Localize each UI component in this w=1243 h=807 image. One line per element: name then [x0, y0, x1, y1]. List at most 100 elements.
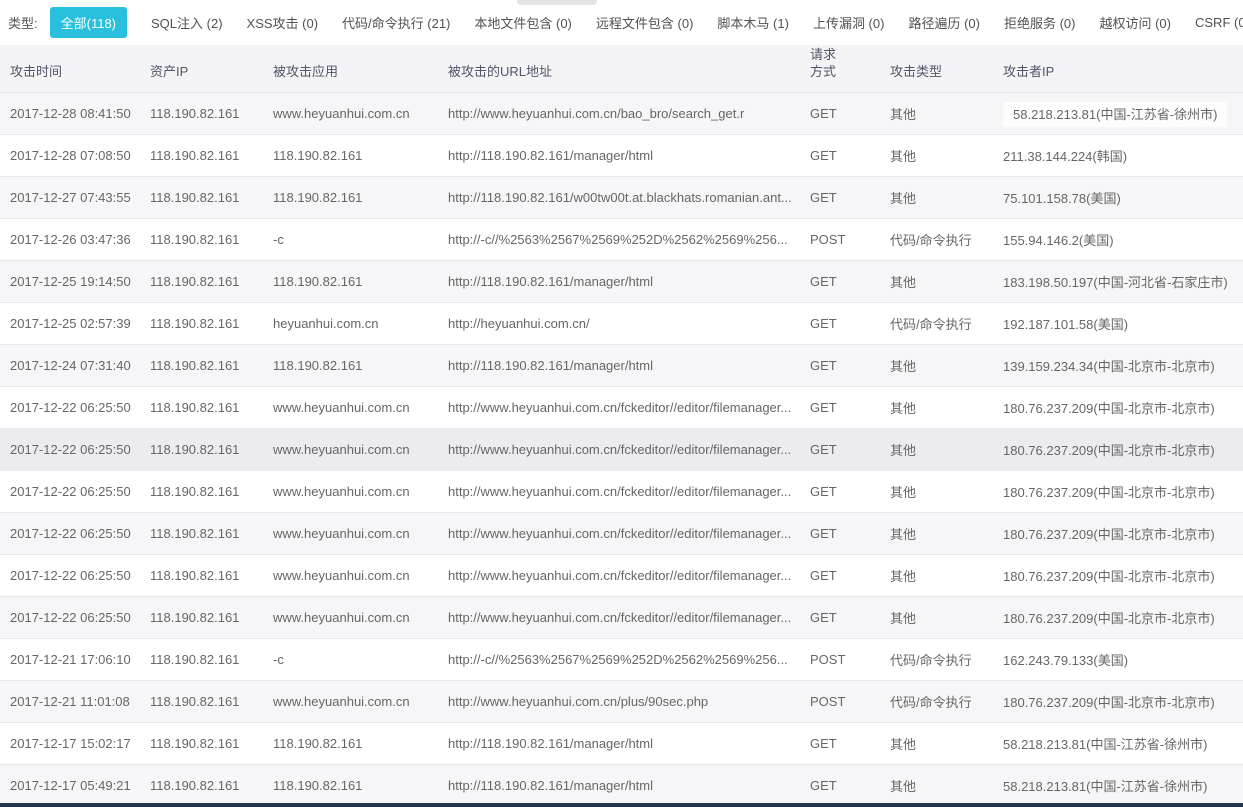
col-header-attack-type: 攻击类型 [890, 45, 1003, 92]
filter-chip-5[interactable]: 远程文件包含 (0) [596, 7, 694, 38]
cell-request-method: GET [810, 176, 890, 218]
cell-attacker-ip: 192.187.101.58(美国) [1003, 302, 1243, 344]
cell-attack-type: 代码/命令执行 [890, 638, 1003, 680]
cell-attack-type: 代码/命令执行 [890, 680, 1003, 722]
table-row[interactable]: 2017-12-22 06:25:50 118.190.82.161 www.h… [0, 596, 1243, 638]
table-row[interactable]: 2017-12-28 08:41:50 118.190.82.161 www.h… [0, 92, 1243, 134]
cell-request-method: POST [810, 218, 890, 260]
cell-attacker-ip: 162.243.79.133(美国) [1003, 638, 1243, 680]
cell-attacked-url: http://-c//%2563%2567%2569%252D%2562%256… [448, 638, 810, 680]
filter-chip-2[interactable]: XSS攻击 (0) [247, 7, 319, 38]
filter-chip-11[interactable]: CSRF (0) [1195, 9, 1243, 36]
filter-chip-0[interactable]: 全部(118) [50, 7, 127, 38]
cell-attacked-url: http://www.heyuanhui.com.cn/plus/90sec.p… [448, 680, 810, 722]
cell-attack-time: 2017-12-17 05:49:21 [0, 764, 150, 806]
cell-attacker-ip: 180.76.237.209(中国-北京市-北京市) [1003, 512, 1243, 554]
cell-attacked-url: http://www.heyuanhui.com.cn/fckeditor//e… [448, 512, 810, 554]
cell-asset-ip: 118.190.82.161 [150, 722, 273, 764]
filter-chip-10[interactable]: 越权访问 (0) [1099, 7, 1171, 38]
cell-attacked-app: www.heyuanhui.com.cn [273, 428, 448, 470]
cell-attacked-app: www.heyuanhui.com.cn [273, 512, 448, 554]
cell-attacker-ip: 180.76.237.209(中国-北京市-北京市) [1003, 554, 1243, 596]
cell-attacked-app: 118.190.82.161 [273, 722, 448, 764]
table-row[interactable]: 2017-12-17 15:02:17 118.190.82.161 118.1… [0, 722, 1243, 764]
cell-request-method: GET [810, 92, 890, 134]
table-row[interactable]: 2017-12-28 07:08:50 118.190.82.161 118.1… [0, 134, 1243, 176]
cell-attacker-ip: 183.198.50.197(中国-河北省-石家庄市) [1003, 260, 1243, 302]
cell-attack-time: 2017-12-22 06:25:50 [0, 386, 150, 428]
cell-request-method: GET [810, 134, 890, 176]
col-header-asset-ip: 资产IP [150, 45, 273, 92]
cell-attacked-app: 118.190.82.161 [273, 344, 448, 386]
filter-chip-4[interactable]: 本地文件包含 (0) [474, 7, 572, 38]
table-row[interactable]: 2017-12-17 05:49:21 118.190.82.161 118.1… [0, 764, 1243, 806]
cell-asset-ip: 118.190.82.161 [150, 218, 273, 260]
table-row[interactable]: 2017-12-24 07:31:40 118.190.82.161 118.1… [0, 344, 1243, 386]
col-header-attacked-url: 被攻击的URL地址 [448, 45, 810, 92]
cell-attacker-ip: 58.218.213.81(中国-江苏省-徐州市) [1003, 722, 1243, 764]
filter-chip-8[interactable]: 路径遍历 (0) [908, 7, 980, 38]
table-row[interactable]: 2017-12-21 11:01:08 118.190.82.161 www.h… [0, 680, 1243, 722]
cell-request-method: POST [810, 680, 890, 722]
attacker-ip-value: 180.76.237.209(中国-北京市-北京市) [1003, 695, 1215, 710]
cell-attacked-url: http://www.heyuanhui.com.cn/bao_bro/sear… [448, 92, 810, 134]
cell-attacked-url: http://www.heyuanhui.com.cn/fckeditor//e… [448, 554, 810, 596]
cell-attack-time: 2017-12-22 06:25:50 [0, 428, 150, 470]
cell-attack-type: 其他 [890, 764, 1003, 806]
attacker-ip-value: 180.76.237.209(中国-北京市-北京市) [1003, 527, 1215, 542]
table-row[interactable]: 2017-12-26 03:47:36 118.190.82.161 -c ht… [0, 218, 1243, 260]
cell-attack-time: 2017-12-27 07:43:55 [0, 176, 150, 218]
table-row[interactable]: 2017-12-27 07:43:55 118.190.82.161 118.1… [0, 176, 1243, 218]
filter-chip-7[interactable]: 上传漏洞 (0) [813, 7, 885, 38]
attack-log-panel: 类型: 全部(118)SQL注入 (2)XSS攻击 (0)代码/命令执行 (21… [0, 0, 1243, 807]
cell-attack-time: 2017-12-22 06:25:50 [0, 554, 150, 596]
filter-chip-6[interactable]: 脚本木马 (1) [717, 7, 789, 38]
cell-attack-type: 其他 [890, 596, 1003, 638]
cell-asset-ip: 118.190.82.161 [150, 596, 273, 638]
cell-attacker-ip: 180.76.237.209(中国-北京市-北京市) [1003, 386, 1243, 428]
cell-request-method: GET [810, 386, 890, 428]
attacker-ip-value: 180.76.237.209(中国-北京市-北京市) [1003, 401, 1215, 416]
cell-attacked-url: http://www.heyuanhui.com.cn/fckeditor//e… [448, 386, 810, 428]
cell-attack-time: 2017-12-21 11:01:08 [0, 680, 150, 722]
cell-attack-time: 2017-12-22 06:25:50 [0, 470, 150, 512]
table-row[interactable]: 2017-12-25 19:14:50 118.190.82.161 118.1… [0, 260, 1243, 302]
cell-attack-type: 其他 [890, 428, 1003, 470]
filter-chip-1[interactable]: SQL注入 (2) [151, 7, 223, 38]
cell-attack-type: 其他 [890, 722, 1003, 764]
cell-attack-time: 2017-12-22 06:25:50 [0, 512, 150, 554]
table-row[interactable]: 2017-12-22 06:25:50 118.190.82.161 www.h… [0, 470, 1243, 512]
cell-attacked-url: http://118.190.82.161/w00tw00t.at.blackh… [448, 176, 810, 218]
cell-asset-ip: 118.190.82.161 [150, 260, 273, 302]
cell-attack-type: 其他 [890, 92, 1003, 134]
cell-attack-time: 2017-12-17 15:02:17 [0, 722, 150, 764]
col-header-attack-time: 攻击时间 [0, 45, 150, 92]
cell-asset-ip: 118.190.82.161 [150, 92, 273, 134]
table-row[interactable]: 2017-12-21 17:06:10 118.190.82.161 -c ht… [0, 638, 1243, 680]
table-row[interactable]: 2017-12-22 06:25:50 118.190.82.161 www.h… [0, 512, 1243, 554]
table-row[interactable]: 2017-12-22 06:25:50 118.190.82.161 www.h… [0, 386, 1243, 428]
cell-asset-ip: 118.190.82.161 [150, 764, 273, 806]
cell-attacker-ip: 155.94.146.2(美国) [1003, 218, 1243, 260]
cell-attacker-ip: 139.159.234.34(中国-北京市-北京市) [1003, 344, 1243, 386]
table-row[interactable]: 2017-12-25 02:57:39 118.190.82.161 heyua… [0, 302, 1243, 344]
cell-attack-time: 2017-12-25 02:57:39 [0, 302, 150, 344]
filter-chip-3[interactable]: 代码/命令执行 (21) [342, 7, 450, 38]
attacker-ip-value: 58.218.213.81(中国-江苏省-徐州市) [1003, 102, 1227, 127]
table-row[interactable]: 2017-12-22 06:25:50 118.190.82.161 www.h… [0, 428, 1243, 470]
cell-attacked-url: http://www.heyuanhui.com.cn/fckeditor//e… [448, 428, 810, 470]
cell-attacker-ip: 180.76.237.209(中国-北京市-北京市) [1003, 470, 1243, 512]
col-header-attacker-ip: 攻击者IP [1003, 45, 1243, 92]
cell-attacked-app: -c [273, 638, 448, 680]
attacker-ip-value: 211.38.144.224(韩国) [1003, 149, 1127, 164]
cell-attacked-app: www.heyuanhui.com.cn [273, 470, 448, 512]
cell-request-method: GET [810, 722, 890, 764]
table-row[interactable]: 2017-12-22 06:25:50 118.190.82.161 www.h… [0, 554, 1243, 596]
attacker-ip-value: 180.76.237.209(中国-北京市-北京市) [1003, 611, 1215, 626]
attacker-ip-value: 58.218.213.81(中国-江苏省-徐州市) [1003, 737, 1207, 752]
filter-chip-9[interactable]: 拒绝服务 (0) [1004, 7, 1076, 38]
col-header-request-method: 请求方式 [810, 45, 890, 92]
cell-attack-type: 代码/命令执行 [890, 218, 1003, 260]
cell-request-method: GET [810, 428, 890, 470]
cell-attacker-ip: 180.76.237.209(中国-北京市-北京市) [1003, 428, 1243, 470]
